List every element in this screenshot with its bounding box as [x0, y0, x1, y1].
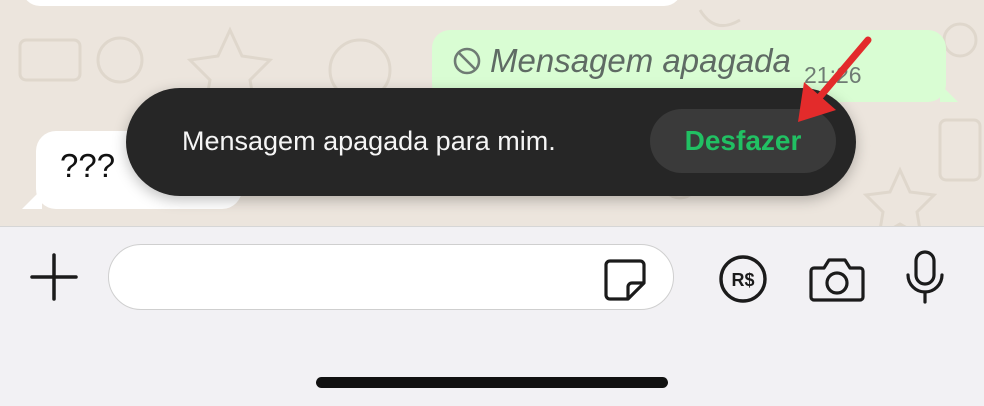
- deleted-message-text: Mensagem apagada: [490, 42, 791, 79]
- plus-icon[interactable]: [26, 249, 82, 305]
- microphone-icon[interactable]: [904, 249, 946, 305]
- payment-icon[interactable]: R$: [718, 254, 768, 304]
- svg-text:R$: R$: [731, 270, 754, 290]
- toast-message: Mensagem apagada para mim.: [182, 126, 556, 156]
- annotation-arrow-icon: [798, 36, 872, 122]
- sticker-icon[interactable]: [602, 257, 648, 303]
- bubble-tail: [940, 84, 958, 102]
- bubble-tail: [22, 189, 42, 209]
- previous-message-bubble: [22, 0, 682, 6]
- camera-icon[interactable]: [808, 254, 866, 304]
- message-composer: R$: [0, 226, 984, 406]
- incoming-message-text: ???: [60, 147, 116, 184]
- snackbar-toast: Mensagem apagada para mim. Desfazer: [126, 88, 856, 196]
- prohibited-icon: [453, 47, 481, 75]
- home-indicator[interactable]: [316, 377, 668, 388]
- message-input[interactable]: [108, 244, 674, 310]
